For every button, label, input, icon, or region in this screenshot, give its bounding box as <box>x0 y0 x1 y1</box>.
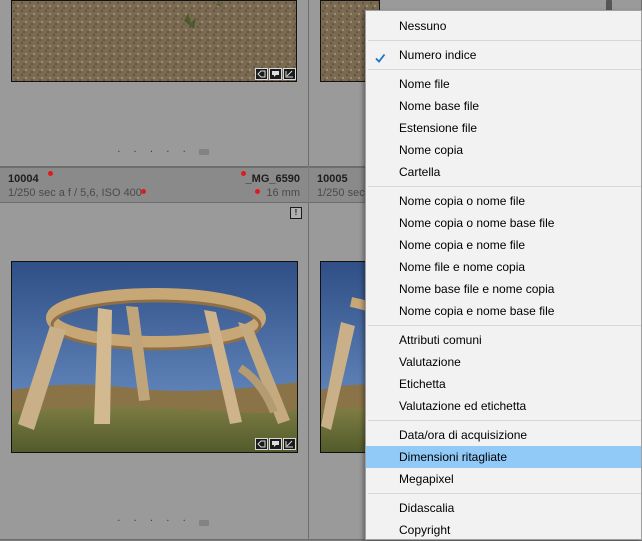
comment-icon <box>269 438 282 450</box>
thumbnail-badges <box>255 68 296 80</box>
comment-icon <box>269 68 282 80</box>
file-name: _MG_6590 <box>245 173 300 185</box>
menu-item-label: Nome base file <box>399 99 480 113</box>
menu-item-dimensioni-ritagliate[interactable]: Dimensioni ritagliate <box>366 446 641 468</box>
exposure-info: 1/250 sec a f / 5,6, ISO 400 <box>8 187 142 199</box>
menu-item-nome-copia[interactable]: Nome copia <box>366 139 641 161</box>
color-label-pill[interactable] <box>199 149 209 155</box>
menu-item-copyright[interactable]: Copyright <box>366 519 641 541</box>
menu-item-label: Didascalia <box>399 501 455 515</box>
color-label-pill[interactable] <box>199 520 209 526</box>
menu-separator <box>368 325 641 326</box>
menu-item-label: Dimensioni ritagliate <box>399 450 508 464</box>
menu-item-label: Estensione file <box>399 121 478 135</box>
menu-item-label: Nome base file e nome copia <box>399 282 555 296</box>
menu-item-nome-file-e-nome-copia[interactable]: Nome file e nome copia <box>366 256 641 278</box>
menu-item-label: Valutazione <box>399 355 461 369</box>
grid-cell[interactable]: . . . . . <box>0 0 309 167</box>
photo-info-strip: 10004 _MG_6590 1/250 sec a f / 5,6, ISO … <box>0 167 308 203</box>
menu-item-label: Attributi comuni <box>399 333 482 347</box>
menu-item-label: Numero indice <box>399 48 477 62</box>
menu-item-label: Data/ora di acquisizione <box>399 428 528 442</box>
exposure-info: 1/250 sec <box>317 187 365 199</box>
menu-item-label: Cartella <box>399 165 441 179</box>
photo-thumbnail[interactable] <box>11 261 298 453</box>
menu-item-valutazione-ed-etichetta[interactable]: Valutazione ed etichetta <box>366 395 641 417</box>
checkmark-icon <box>374 49 386 71</box>
menu-item-nome-copia-o-nome-base-file[interactable]: Nome copia o nome base file <box>366 212 641 234</box>
menu-item-label: Nessuno <box>399 19 447 33</box>
menu-item-nome-copia-o-nome-file[interactable]: Nome copia o nome file <box>366 190 641 212</box>
menu-item-nome-copia-e-nome-file[interactable]: Nome copia e nome file <box>366 234 641 256</box>
menu-item-label: Valutazione ed etichetta <box>399 399 527 413</box>
flag-dot <box>255 189 260 194</box>
menu-separator <box>368 186 641 187</box>
context-menu: Nessuno Numero indice Nome file Nome base f… <box>365 10 642 540</box>
crop-icon <box>283 438 296 450</box>
menu-item-nessuno[interactable]: Nessuno <box>366 15 641 37</box>
menu-item-megapixel[interactable]: Megapixel <box>366 468 641 490</box>
rating-dots[interactable]: . . . . . <box>0 513 308 524</box>
menu-item-data-ora-di-acquisizione[interactable]: Data/ora di acquisizione <box>366 424 641 446</box>
menu-separator <box>368 40 641 41</box>
menu-item-label: Nome copia o nome base file <box>399 216 555 230</box>
menu-item-label: Nome copia <box>399 143 464 157</box>
index-number: 10004 <box>8 173 39 185</box>
menu-item-nome-file[interactable]: Nome file <box>366 73 641 95</box>
thumbnail-badges <box>255 438 296 450</box>
menu-item-numero-indice[interactable]: Numero indice <box>366 44 641 66</box>
menu-item-valutazione[interactable]: Valutazione <box>366 351 641 373</box>
menu-item-label: Megapixel <box>399 472 454 486</box>
grid-cell[interactable]: ! . . . . . <box>0 203 309 540</box>
menu-item-label: Copyright <box>399 523 451 537</box>
menu-item-didascalia[interactable]: Didascalia <box>366 497 641 519</box>
flag-dot <box>241 171 246 176</box>
menu-separator <box>368 493 641 494</box>
crop-icon <box>283 68 296 80</box>
keyword-icon <box>255 438 268 450</box>
menu-separator <box>368 69 641 70</box>
flag-dot <box>141 189 146 194</box>
menu-item-nome-copia-e-nome-base-file[interactable]: Nome copia e nome base file <box>366 300 641 322</box>
menu-item-etichetta[interactable]: Etichetta <box>366 373 641 395</box>
menu-item-label: Nome copia e nome base file <box>399 304 555 318</box>
warning-icon[interactable]: ! <box>290 207 302 219</box>
menu-item-label: Nome file <box>399 77 450 91</box>
menu-item-label: Nome copia o nome file <box>399 194 526 208</box>
menu-item-cartella[interactable]: Cartella <box>366 161 641 183</box>
menu-item-estensione-file[interactable]: Estensione file <box>366 117 641 139</box>
menu-separator <box>368 420 641 421</box>
menu-item-label: Etichetta <box>399 377 446 391</box>
menu-item-attributi-comuni[interactable]: Attributi comuni <box>366 329 641 351</box>
keyword-icon <box>255 68 268 80</box>
menu-item-label: Nome file e nome copia <box>399 260 526 274</box>
focal-length: 16 mm <box>266 187 300 199</box>
flag-dot <box>48 171 53 176</box>
menu-item-nome-base-file-e-nome-copia[interactable]: Nome base file e nome copia <box>366 278 641 300</box>
menu-item-label: Nome copia e nome file <box>399 238 526 252</box>
rating-dots[interactable]: . . . . . <box>0 144 308 155</box>
menu-item-nome-base-file[interactable]: Nome base file <box>366 95 641 117</box>
index-number: 10005 <box>317 173 348 185</box>
